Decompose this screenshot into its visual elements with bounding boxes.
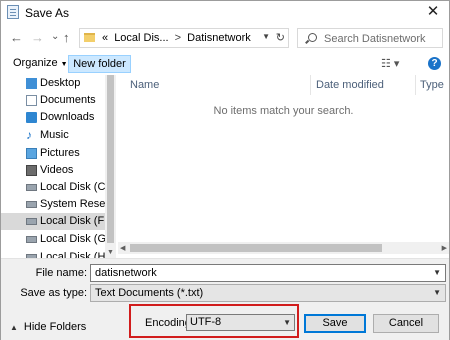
navigation-bar: ← → ⌄ ↑ « Local Dis... > Datisnetwork ▼ … [1,24,449,54]
sidebar-item-label: Downloads [40,111,95,123]
sidebar-item-label: Local Disk (H:) [40,251,105,258]
search-icon [308,33,317,42]
sidebar-item-label: System Reserved [40,198,105,210]
empty-message: No items match your search. [213,105,354,117]
drive-icon [26,201,37,208]
breadcrumb: « Local Dis... > Datisnetwork [102,32,251,44]
chevron-up-icon: ▲ [10,323,18,332]
forward-arrow-icon[interactable]: → [31,30,44,46]
sidebar-item-pictures[interactable]: Pictures [1,145,105,162]
scroll-left-arrow-icon[interactable]: ◀ [120,244,125,252]
back-arrow-icon[interactable]: ← [10,30,23,46]
column-header-type[interactable]: Type [420,79,444,91]
desktop-icon [26,78,37,89]
pictures-icon [26,148,37,159]
downloads-icon [26,112,37,123]
organize-menu[interactable]: Organize ▼ [13,57,68,69]
sidebar-item-local-disk-g[interactable]: Local Disk (G:) [1,231,105,248]
filename-label: File name: [35,267,87,279]
save-as-dialog: Save As ✕ ← → ⌄ ↑ « Local Dis... > Datis… [0,0,450,340]
videos-icon [26,165,37,176]
drive-icon [26,236,37,243]
scroll-right-arrow-icon[interactable]: ▶ [442,244,447,252]
sidebar-item-label: Videos [40,164,74,176]
up-arrow-icon[interactable]: ↑ [63,30,70,46]
sidebar-item-label: Local Disk (G:) [40,233,105,245]
navigation-pane: Desktop Documents Downloads ♪ Music Pict… [1,75,116,258]
dialog-title: Save As [25,6,70,20]
save-button[interactable]: Save [304,314,366,333]
drive-icon [26,218,37,225]
sidebar-item-label: Local Disk (C:) [40,181,105,193]
filename-input[interactable] [95,266,415,280]
sidebar-item-local-disk-c[interactable]: Local Disk (C:) [1,179,105,196]
sidebar-item-local-disk-h[interactable]: Local Disk (H:) [1,249,105,258]
new-folder-button[interactable]: New folder [68,55,131,73]
breadcrumb-item[interactable]: Local Dis... [114,32,168,44]
file-list: Name Date modified Type No items match y… [118,75,449,258]
command-bar: Organize ▼ New folder ☷ ▾ ? [1,54,449,74]
chevron-down-icon: ▼ [283,318,291,327]
sidebar-item-desktop[interactable]: Desktop [1,75,105,92]
organize-label: Organize [13,57,58,69]
sidebar-item-downloads[interactable]: Downloads [1,109,105,126]
sidebar-item-label: Pictures [40,147,80,159]
help-icon[interactable]: ? [428,57,441,70]
sidebar-item-videos[interactable]: Videos [1,162,105,179]
search-box[interactable] [297,28,443,48]
breadcrumb-overflow[interactable]: « [102,32,108,44]
column-divider[interactable] [310,75,311,95]
sidebar-item-label: Local Disk (F:) [40,215,105,227]
address-bar[interactable]: « Local Dis... > Datisnetwork ▼ ↻ [79,28,289,48]
search-input[interactable] [322,31,441,47]
column-header-date-modified[interactable]: Date modified [316,79,384,91]
sidebar-item-documents[interactable]: Documents [1,92,105,109]
scrollbar-thumb[interactable] [107,75,114,243]
recent-locations-icon[interactable]: ⌄ [51,29,59,45]
chevron-down-icon[interactable]: ▼ [262,32,270,41]
savetype-label: Save as type: [20,287,87,299]
sidebar-item-label: Documents [40,94,96,106]
horizontal-scrollbar[interactable]: ◀ ▶ [118,242,449,254]
documents-icon [26,95,37,106]
cancel-button[interactable]: Cancel [373,314,439,333]
sidebar-item-music[interactable]: ♪ Music [1,127,105,144]
music-icon: ♪ [26,128,32,142]
sidebar-item-label: Music [40,129,69,141]
hide-folders-label: Hide Folders [23,321,87,333]
breadcrumb-item[interactable]: Datisnetwork [187,32,251,44]
sidebar-item-system-reserved[interactable]: System Reserved [1,196,105,213]
sidebar-item-local-disk-f[interactable]: Local Disk (F:) [1,213,105,230]
breadcrumb-separator[interactable]: > [175,32,181,44]
column-divider[interactable] [415,75,416,95]
savetype-value: Text Documents (*.txt) [95,287,204,299]
scrollbar-thumb[interactable] [130,244,382,252]
savetype-select[interactable]: Text Documents (*.txt) ▼ [90,284,446,302]
title-bar: Save As ✕ [1,1,449,23]
chevron-down-icon: ▼ [60,61,68,68]
sidebar-item-label: Desktop [40,77,81,89]
folder-icon [84,33,95,42]
view-options-icon[interactable]: ☷ ▾ [381,57,399,70]
chevron-down-icon[interactable]: ▼ [433,268,441,277]
scroll-down-arrow-icon[interactable]: ▼ [107,249,114,256]
drive-icon [26,184,37,191]
chevron-down-icon: ▼ [433,288,441,297]
refresh-icon[interactable]: ↻ [276,31,285,44]
sidebar-scrollbar[interactable]: ▼ [105,75,116,258]
column-header-name[interactable]: Name [130,79,159,91]
encoding-select[interactable]: UTF-8 ▼ [186,314,295,331]
close-button[interactable]: ✕ [419,2,447,22]
encoding-value: UTF-8 [190,316,222,328]
notepad-icon [7,5,19,19]
hide-folders-toggle[interactable]: ▲ Hide Folders [10,321,86,333]
filename-field[interactable]: ▼ [90,264,446,282]
